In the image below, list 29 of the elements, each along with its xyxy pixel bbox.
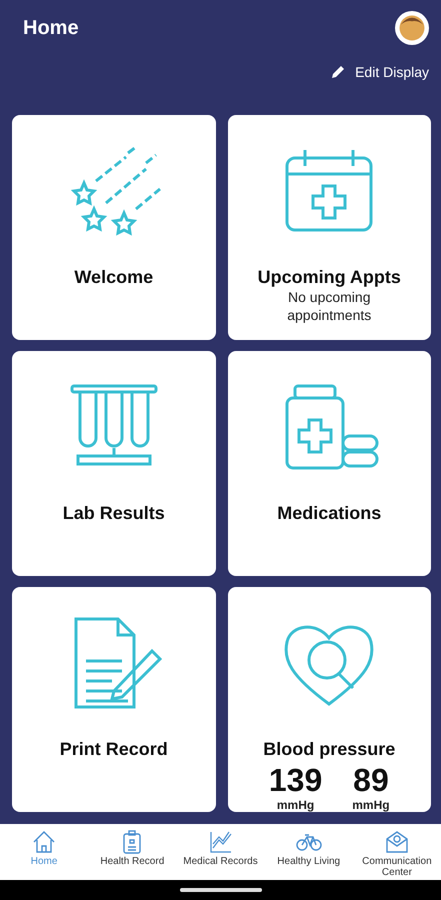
nav-tab[interactable]: Healthy Living [264, 824, 353, 880]
pencil-icon [331, 65, 346, 79]
reading-value: 89 [353, 762, 389, 798]
edit-display-button[interactable]: Edit Display [331, 60, 429, 84]
tile-title: Upcoming Appts [258, 267, 401, 288]
tile-title: Welcome [74, 267, 154, 288]
dashboard-tile[interactable]: Welcome [12, 115, 216, 340]
dashboard-tile[interactable]: Upcoming Appts No upcoming appointments [228, 115, 431, 340]
tile-title: Blood pressure [263, 739, 396, 760]
nav-tab[interactable]: Medical Records [176, 824, 265, 880]
tile-title: Print Record [60, 739, 168, 760]
page-title: Home [23, 16, 79, 40]
dashboard-tile[interactable]: Print Record [12, 587, 216, 812]
reading-unit: mmHg [352, 798, 390, 812]
reading-unit: mmHg [276, 798, 314, 812]
tile-title: Medications [277, 503, 382, 524]
tile-title: Lab Results [62, 503, 165, 524]
envelope-icon [384, 830, 409, 854]
chart-icon [208, 830, 232, 854]
house-icon [32, 830, 56, 854]
dashboard-tile[interactable]: Blood pressure 139 mmHg 89 mmHg [228, 587, 431, 812]
dashboard-tile[interactable]: Medications [228, 351, 431, 576]
reading-value: 139 [268, 762, 322, 798]
gesture-handle[interactable] [180, 888, 262, 892]
tile-subtitle: No upcoming appointments [286, 288, 372, 324]
avatar-icon[interactable] [395, 11, 429, 45]
nav-tab[interactable]: Communication Center [352, 824, 441, 880]
dashboard-tile[interactable]: Lab Results [12, 351, 216, 576]
nav-tab[interactable]: Health Record [88, 824, 176, 880]
